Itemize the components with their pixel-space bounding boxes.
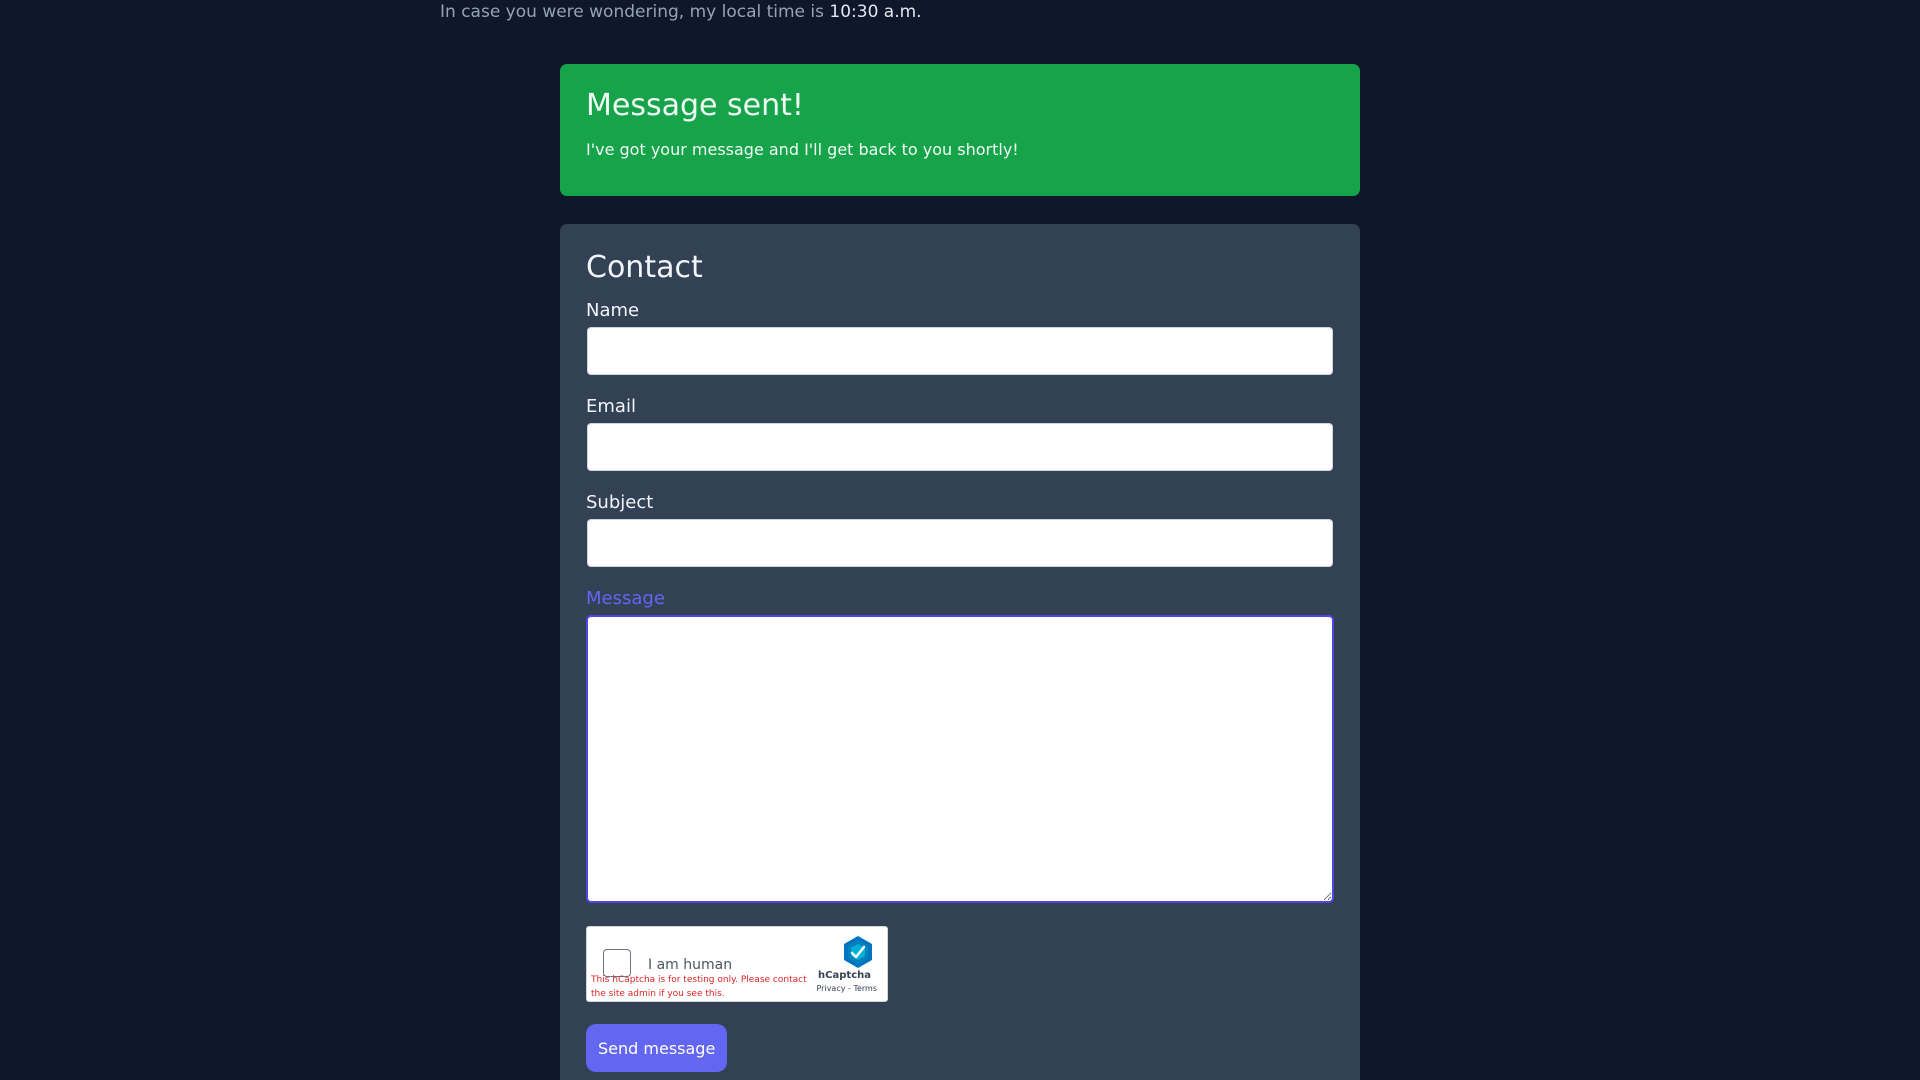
captcha-brand: hCaptcha xyxy=(818,970,871,981)
captcha-links[interactable]: Privacy - Terms xyxy=(817,984,878,993)
hcaptcha-widget: I am human This hCaptcha is for testing … xyxy=(586,926,888,1002)
email-field-group: Email xyxy=(586,396,1334,471)
name-field-group: Name xyxy=(586,300,1334,375)
captcha-label: I am human xyxy=(648,957,733,973)
hcaptcha-logo-icon xyxy=(844,936,872,968)
message-textarea[interactable] xyxy=(586,615,1334,903)
contact-title: Contact xyxy=(586,250,703,285)
message-label: Message xyxy=(586,588,665,609)
local-time-value: 10:30 a.m. xyxy=(829,2,922,22)
page: In case you were wondering, my local tim… xyxy=(0,0,1920,1080)
captcha-warning: This hCaptcha is for testing only. Pleas… xyxy=(591,975,807,999)
local-time-prefix: In case you were wondering, my local tim… xyxy=(440,2,830,22)
subject-field-group: Subject xyxy=(586,492,1334,567)
email-input[interactable] xyxy=(587,423,1333,471)
name-input[interactable] xyxy=(587,327,1333,375)
alert-title: Message sent! xyxy=(586,88,804,123)
alert-message: I've got your message and I'll get back … xyxy=(586,140,1019,159)
local-time-note: In case you were wondering, my local tim… xyxy=(440,2,922,22)
email-label: Email xyxy=(586,396,636,417)
message-field-group: Message xyxy=(586,588,1334,903)
success-alert: Message sent! I've got your message and … xyxy=(560,64,1360,196)
contact-form: Contact Name Email Subject Message I am … xyxy=(560,224,1360,1080)
name-label: Name xyxy=(586,300,640,321)
subject-label: Subject xyxy=(586,492,654,513)
subject-input[interactable] xyxy=(587,519,1333,567)
send-message-button[interactable]: Send message xyxy=(586,1024,728,1072)
